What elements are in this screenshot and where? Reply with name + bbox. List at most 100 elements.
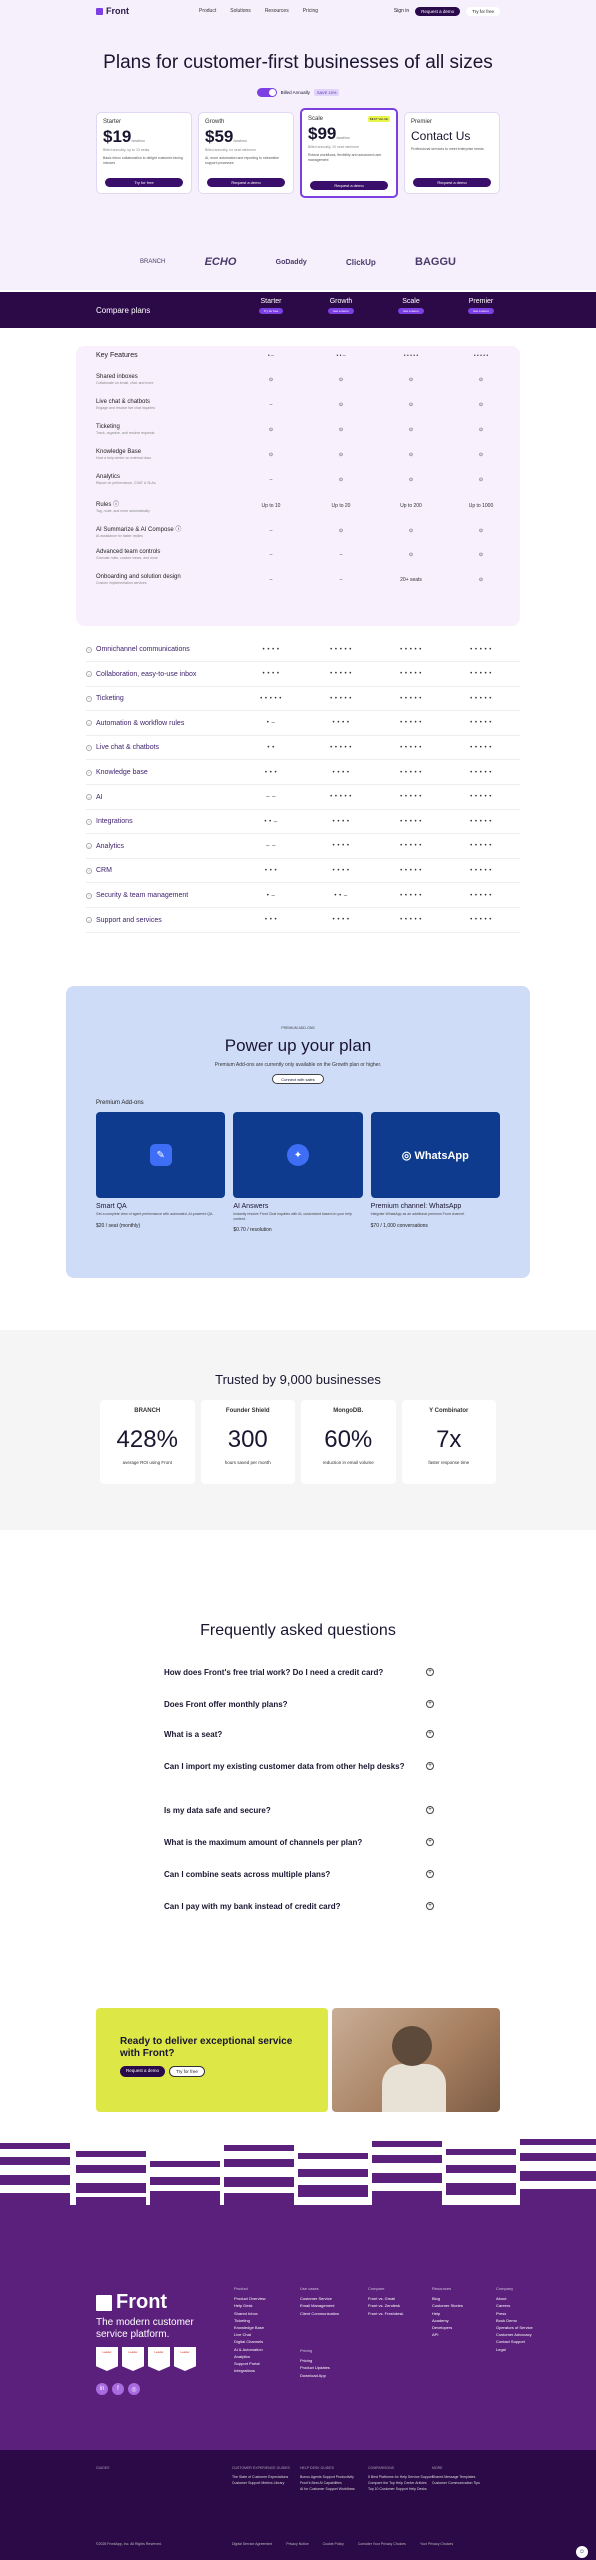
faq-item[interactable]: What is a seat? + — [164, 1730, 434, 1739]
footer-link[interactable]: API — [432, 2331, 463, 2338]
chevron-right-icon[interactable]: › — [86, 818, 92, 825]
footer-link[interactable]: Customer Service — [300, 2295, 339, 2302]
chevron-right-icon[interactable]: › — [86, 671, 92, 678]
legal-link[interactable]: Cookie Policy — [323, 2542, 344, 2546]
footer-link[interactable]: Front vs. Freshdesk — [368, 2310, 403, 2317]
footer-link[interactable]: Blog — [432, 2295, 463, 2302]
footer-link[interactable]: Academy — [432, 2317, 463, 2324]
footer-link[interactable]: Download App — [300, 2372, 330, 2379]
addon-smart-qa[interactable]: ✎ Smart QA Get a complete view of agent … — [96, 1112, 226, 1233]
category-row[interactable]: › Omnichannel communications • • • • • • • … — [86, 638, 520, 662]
try-free-button[interactable]: Try for free — [466, 6, 500, 16]
footer-link[interactable]: Product Updates — [300, 2364, 330, 2371]
plus-icon[interactable]: + — [426, 1730, 434, 1738]
plus-icon[interactable]: + — [426, 1762, 434, 1770]
footer-link[interactable]: Careers — [496, 2302, 533, 2309]
plus-icon[interactable]: + — [426, 1838, 434, 1846]
category-row[interactable]: › Analytics – – • • • • • • • • • • • • • • — [86, 835, 520, 859]
footer-link[interactable]: Developers — [432, 2324, 463, 2331]
sign-in-link[interactable]: Sign in — [394, 8, 409, 14]
category-row[interactable]: › Ticketing • • • • • • • • • • • • • • • • •… — [86, 687, 520, 712]
plus-icon[interactable]: + — [426, 1806, 434, 1814]
category-row[interactable]: › Security & team management • – • • – • • •… — [86, 884, 520, 908]
faq-item[interactable]: How does Front's free trial work? Do I n… — [164, 1668, 434, 1677]
chat-widget-icon[interactable]: ☺ — [576, 2546, 588, 2558]
premier-cta-button[interactable]: Request a demo — [413, 178, 491, 187]
compare-scale-button[interactable]: Get a demo — [398, 308, 424, 314]
faq-item[interactable]: Can I combine seats across multiple plan… — [164, 1870, 434, 1879]
footer-link[interactable]: Front vs. Zendesk — [368, 2302, 403, 2309]
facebook-icon[interactable]: f — [112, 2383, 124, 2395]
footer-link[interactable]: Customer Advocacy — [496, 2331, 533, 2338]
footer-link[interactable]: Digital Channels — [234, 2338, 266, 2345]
footer-link[interactable]: Shared Inbox — [234, 2310, 266, 2317]
chevron-right-icon[interactable]: › — [86, 917, 92, 924]
starter-cta-button[interactable]: Try for free — [105, 178, 183, 187]
footer-link[interactable]: Product Overview — [234, 2295, 266, 2302]
chevron-right-icon[interactable]: › — [86, 794, 92, 801]
legal-link[interactable]: Your Privacy Choices — [420, 2542, 453, 2546]
chevron-right-icon[interactable]: › — [86, 744, 92, 751]
footer-link[interactable]: Book Demo — [496, 2317, 533, 2324]
footer-link[interactable]: Legal — [496, 2346, 533, 2353]
footer-link[interactable]: Front vs. Gmail — [368, 2295, 403, 2302]
nav-product[interactable]: Product — [199, 8, 216, 14]
legal-link[interactable]: Privacy Notice — [286, 2542, 308, 2546]
category-row[interactable]: › AI – – • • • • • • • • • • • • • • • — [86, 786, 520, 810]
nav-pricing[interactable]: Pricing — [303, 8, 318, 14]
legal-link[interactable]: Consider Your Privacy Choices — [358, 2542, 406, 2546]
footer-link[interactable]: Knowledge Base — [234, 2324, 266, 2331]
footer-link[interactable]: Integrations — [234, 2367, 266, 2374]
request-demo-button[interactable]: Request a demo — [415, 6, 461, 16]
category-row[interactable]: › Automation & workflow rules • – • • • • • … — [86, 712, 520, 736]
footer-link[interactable]: Operators of Service — [496, 2324, 533, 2331]
scale-cta-button[interactable]: Request a demo — [310, 181, 388, 190]
chevron-right-icon[interactable]: › — [86, 646, 92, 653]
legal-link[interactable]: Digital Service Agreement — [232, 2542, 272, 2546]
footer-link[interactable]: Analytics — [234, 2353, 266, 2360]
compare-growth-button[interactable]: Get a demo — [328, 308, 354, 314]
billing-toggle[interactable] — [256, 88, 277, 97]
chevron-right-icon[interactable]: › — [86, 720, 92, 727]
instagram-icon[interactable]: ◎ — [128, 2383, 140, 2395]
plus-icon[interactable]: + — [426, 1700, 434, 1708]
footer-link[interactable]: Pricing — [300, 2357, 330, 2364]
linkedin-icon[interactable]: in — [96, 2383, 108, 2395]
category-row[interactable]: › Integrations • • – • • • • • • • • • • • • … — [86, 810, 520, 835]
plus-icon[interactable]: + — [426, 1902, 434, 1910]
connect-sales-button[interactable]: Connect with sales — [272, 1074, 324, 1084]
faq-item[interactable]: Is my data safe and secure? + — [164, 1806, 434, 1815]
compare-starter-button[interactable]: Try for free — [258, 308, 284, 314]
compare-premier-button[interactable]: Get a demo — [468, 308, 494, 314]
footer-link[interactable]: AI & Automation — [234, 2346, 266, 2353]
footer-link[interactable]: Customer Stories — [432, 2302, 463, 2309]
faq-item[interactable]: Can I import my existing customer data f… — [164, 1762, 434, 1771]
growth-cta-button[interactable]: Request a demo — [207, 178, 285, 187]
footer-logo[interactable]: Front — [96, 2291, 167, 2314]
footer-link[interactable]: Support Portal — [234, 2360, 266, 2367]
guide-link[interactable]: Top 10 Customer Support Help Desks — [368, 2487, 448, 2493]
chevron-right-icon[interactable]: › — [86, 695, 92, 702]
category-row[interactable]: › Collaboration, easy-to-use inbox • • • •… — [86, 663, 520, 687]
faq-item[interactable]: Does Front offer monthly plans? + — [164, 1700, 434, 1709]
footer-link[interactable]: About — [496, 2295, 533, 2302]
footer-link[interactable]: Client Communication — [300, 2310, 339, 2317]
nav-solutions[interactable]: Solutions — [230, 8, 251, 14]
chevron-right-icon[interactable]: › — [86, 892, 92, 899]
front-logo[interactable]: Front — [96, 6, 129, 16]
footer-link[interactable]: Contact Support — [496, 2338, 533, 2345]
faq-item[interactable]: Can I pay with my bank instead of credit… — [164, 1902, 434, 1911]
footer-link[interactable]: Live Chat — [234, 2331, 266, 2338]
banner-trial-button[interactable]: Try for free — [169, 2066, 205, 2077]
plus-icon[interactable]: + — [426, 1668, 434, 1676]
nav-resources[interactable]: Resources — [265, 8, 289, 14]
category-row[interactable]: › CRM • • • • • • • • • • • • • • • • • — [86, 859, 520, 884]
addon-whatsapp[interactable]: ◎ WhatsApp Premium channel: WhatsApp Int… — [370, 1112, 500, 1233]
category-row[interactable]: › Support and services • • • • • • • • • • •… — [86, 909, 520, 933]
category-row[interactable]: › Knowledge base • • • • • • • • • • • • • • … — [86, 761, 520, 785]
guide-link[interactable]: Customer Communication Tips — [432, 2481, 512, 2487]
chevron-right-icon[interactable]: › — [86, 769, 92, 776]
footer-link[interactable]: Press — [496, 2310, 533, 2317]
plus-icon[interactable]: + — [426, 1870, 434, 1878]
faq-item[interactable]: What is the maximum amount of channels p… — [164, 1838, 434, 1847]
